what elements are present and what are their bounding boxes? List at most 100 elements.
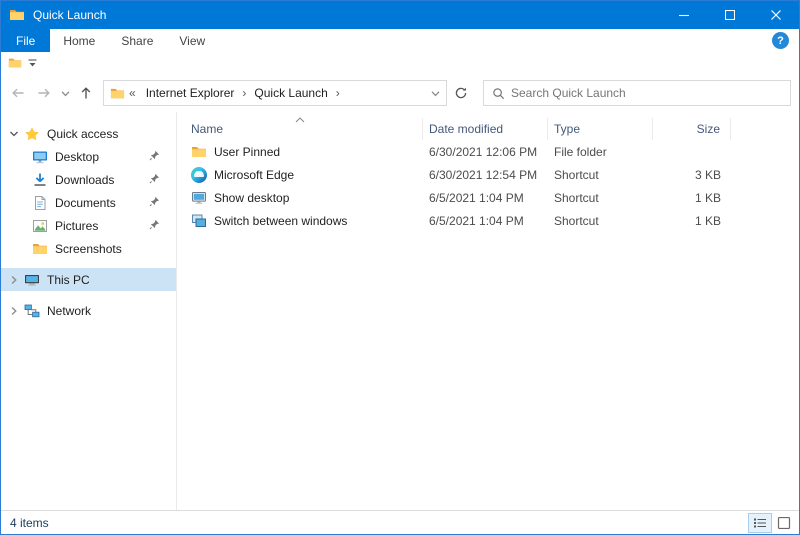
file-rows: User Pinned 6/30/2021 12:06 PM File fold… [177, 140, 799, 510]
file-type: Shortcut [548, 191, 653, 205]
sidebar-item-documents[interactable]: Documents [1, 191, 176, 214]
chevron-down-icon[interactable] [7, 128, 21, 140]
chevron-right-icon[interactable] [7, 274, 21, 286]
file-name: Show desktop [214, 191, 289, 205]
search-input[interactable] [511, 81, 790, 105]
details-view-icon [753, 517, 767, 529]
folder-icon [9, 7, 25, 23]
file-type: File folder [548, 145, 653, 159]
file-date: 6/30/2021 12:54 PM [423, 168, 548, 182]
file-type: Shortcut [548, 168, 653, 182]
tab-file[interactable]: File [1, 29, 50, 52]
file-row-switch-between-windows[interactable]: Switch between windows 6/5/2021 1:04 PM … [177, 209, 799, 232]
back-button[interactable] [5, 80, 31, 106]
breadcrumb-overflow-chevron[interactable]: « [125, 86, 140, 100]
search-icon [492, 87, 505, 100]
computer-icon [23, 272, 41, 288]
file-date: 6/5/2021 1:04 PM [423, 191, 548, 205]
show-desktop-icon [191, 190, 207, 206]
download-icon [31, 172, 49, 188]
column-header-type[interactable]: Type [548, 118, 653, 140]
switch-windows-icon [191, 213, 207, 229]
sidebar-item-downloads[interactable]: Downloads [1, 168, 176, 191]
column-label: Type [554, 122, 580, 136]
edge-icon [191, 167, 207, 183]
sidebar-group-gap [1, 291, 176, 299]
file-size: 3 KB [653, 168, 731, 182]
minimize-icon [679, 10, 689, 20]
window-controls [661, 1, 799, 29]
sort-ascending-icon [295, 117, 305, 123]
details-view-button[interactable] [748, 513, 772, 533]
file-name-cell: Microsoft Edge [177, 167, 423, 183]
close-icon [771, 10, 781, 20]
minimize-button[interactable] [661, 1, 707, 29]
view-toggle-buttons [748, 513, 796, 533]
tab-view[interactable]: View [166, 29, 218, 52]
column-headers: Name Date modified Type Size [177, 118, 799, 140]
sidebar-item-label: This PC [47, 273, 90, 287]
file-row-user-pinned[interactable]: User Pinned 6/30/2021 12:06 PM File fold… [177, 140, 799, 163]
sidebar-item-label: Network [47, 304, 91, 318]
file-list-area: Name Date modified Type Size [177, 112, 799, 510]
folder-icon [191, 144, 207, 160]
help-icon[interactable]: ? [772, 32, 789, 49]
column-label: Size [697, 122, 720, 136]
recent-locations-button[interactable] [57, 80, 73, 106]
sidebar-item-network[interactable]: Network [1, 299, 176, 322]
large-icons-view-button[interactable] [772, 513, 796, 533]
tab-share[interactable]: Share [108, 29, 166, 52]
maximize-button[interactable] [707, 1, 753, 29]
up-button[interactable] [73, 80, 99, 106]
explorer-window: Quick Launch File Home Share View ? [0, 0, 800, 535]
column-label: Date modified [429, 122, 503, 136]
sidebar-item-label: Downloads [55, 173, 114, 187]
sidebar-item-desktop[interactable]: Desktop [1, 145, 176, 168]
file-type: Shortcut [548, 214, 653, 228]
large-icons-view-icon [777, 517, 791, 529]
sidebar-item-this-pc[interactable]: This PC [1, 268, 176, 291]
pin-icon [149, 173, 160, 187]
status-bar: 4 items [1, 510, 799, 534]
column-header-size[interactable]: Size [653, 118, 731, 140]
document-icon [31, 195, 49, 211]
folder-icon[interactable] [8, 56, 22, 70]
breadcrumb-separator-icon[interactable]: › [240, 86, 248, 100]
column-header-date-modified[interactable]: Date modified [423, 118, 548, 140]
file-size: 1 KB [653, 214, 731, 228]
file-name: Microsoft Edge [214, 168, 294, 182]
sidebar-item-label: Documents [55, 196, 116, 210]
file-date: 6/5/2021 1:04 PM [423, 214, 548, 228]
qat-customize-icon[interactable] [27, 58, 38, 69]
breadcrumb-item[interactable]: Quick Launch [248, 86, 333, 100]
sidebar-item-label: Pictures [55, 219, 98, 233]
column-label: Name [191, 122, 223, 136]
file-row-microsoft-edge[interactable]: Microsoft Edge 6/30/2021 12:54 PM Shortc… [177, 163, 799, 186]
navigation-bar: « Internet Explorer › Quick Launch › [1, 74, 799, 112]
pin-icon [149, 219, 160, 233]
forward-icon [36, 85, 52, 101]
chevron-right-icon[interactable] [7, 305, 21, 317]
refresh-icon [454, 86, 468, 100]
navigation-pane: Quick access Desktop Downloads [1, 112, 177, 510]
file-name-cell: Switch between windows [177, 213, 423, 229]
address-history-button[interactable] [424, 81, 446, 105]
breadcrumb-item[interactable]: Internet Explorer [140, 86, 241, 100]
tab-home[interactable]: Home [50, 29, 108, 52]
file-name-cell: Show desktop [177, 190, 423, 206]
sidebar-item-quick-access[interactable]: Quick access [1, 122, 176, 145]
sidebar-item-screenshots[interactable]: Screenshots [1, 237, 176, 260]
file-name: Switch between windows [214, 214, 347, 228]
folder-icon [110, 86, 125, 101]
breadcrumb-separator-icon[interactable]: › [334, 86, 342, 100]
refresh-button[interactable] [447, 80, 475, 106]
items-count: 4 items [10, 516, 49, 530]
file-row-show-desktop[interactable]: Show desktop 6/5/2021 1:04 PM Shortcut 1… [177, 186, 799, 209]
chevron-down-icon [430, 88, 441, 99]
sidebar-item-pictures[interactable]: Pictures [1, 214, 176, 237]
close-button[interactable] [753, 1, 799, 29]
column-header-name[interactable]: Name [177, 118, 423, 140]
address-bar[interactable]: « Internet Explorer › Quick Launch › [103, 80, 447, 106]
forward-button[interactable] [31, 80, 57, 106]
folder-icon [31, 241, 49, 257]
